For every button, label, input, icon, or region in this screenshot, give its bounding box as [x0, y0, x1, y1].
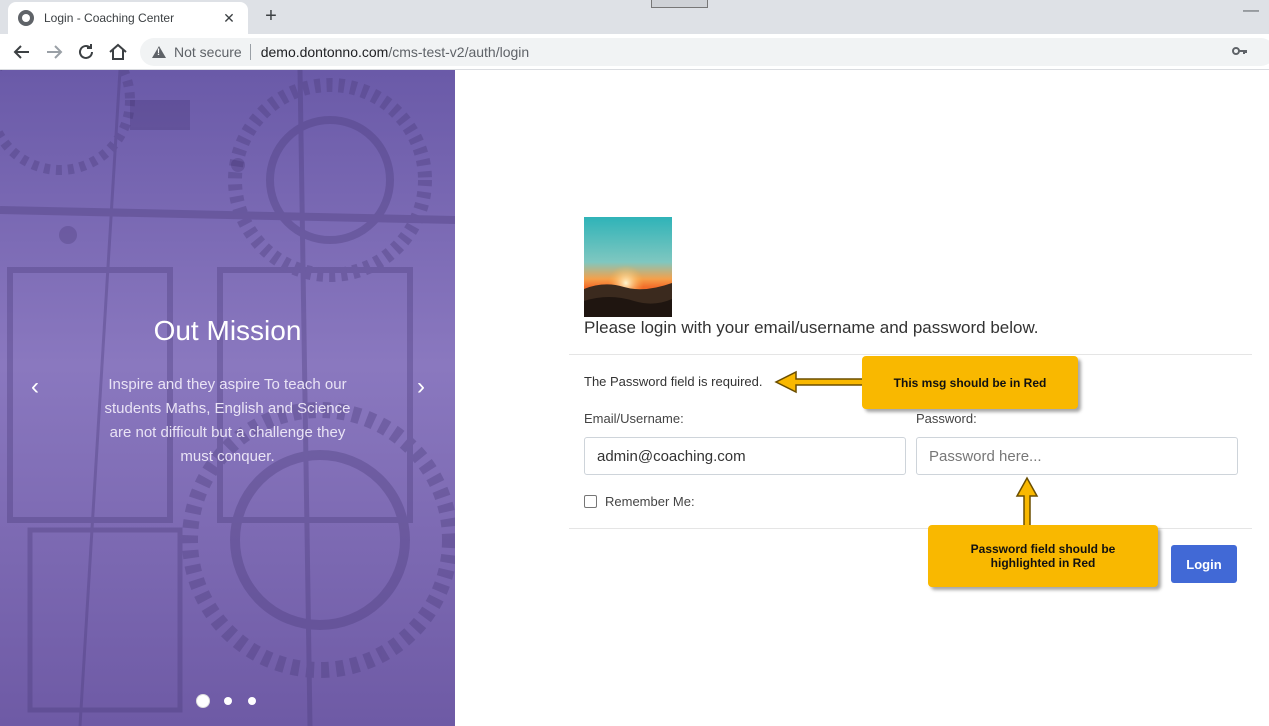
- reload-button[interactable]: [74, 40, 98, 64]
- remember-me[interactable]: Remember Me:: [584, 494, 695, 509]
- close-tab-icon[interactable]: ✕: [220, 10, 238, 27]
- browser-tab[interactable]: Login - Coaching Center ✕: [8, 2, 248, 34]
- email-label: Email/Username:: [584, 411, 684, 426]
- tab-title: Login - Coaching Center: [44, 11, 175, 25]
- new-tab-button[interactable]: +: [260, 5, 282, 28]
- carousel-prev-icon[interactable]: ‹: [25, 373, 45, 401]
- home-button[interactable]: [106, 40, 130, 64]
- error-note-callout: This msg should be in Red: [862, 356, 1078, 409]
- password-label: Password:: [916, 411, 977, 426]
- carousel-indicator-3[interactable]: [248, 697, 256, 705]
- password-field[interactable]: [916, 437, 1238, 475]
- window-drag-handle[interactable]: [651, 0, 708, 8]
- login-button[interactable]: Login: [1171, 545, 1237, 583]
- key-icon[interactable]: [1232, 44, 1248, 61]
- home-icon: [109, 43, 127, 60]
- url-path: /cms-test-v2/auth/login: [388, 44, 530, 60]
- url-text: demo.dontonno.com/cms-test-v2/auth/login: [261, 44, 529, 60]
- email-field[interactable]: [584, 437, 906, 475]
- password-note-arrow-icon: [1015, 476, 1039, 529]
- error-note-arrow-icon: [774, 370, 867, 394]
- back-arrow-icon: [13, 45, 29, 59]
- url-host: demo.dontonno.com: [260, 44, 389, 60]
- warning-icon: [152, 46, 166, 58]
- carousel-next-icon[interactable]: ›: [411, 373, 431, 401]
- sunset-logo-graphic: [584, 217, 672, 317]
- address-bar[interactable]: Not secure demo.dontonno.com/cms-test-v2…: [140, 38, 1269, 66]
- reload-icon: [79, 44, 93, 59]
- address-separator: [249, 44, 251, 60]
- security-label: Not secure: [174, 44, 242, 60]
- logo-image: [584, 217, 672, 317]
- carousel-title: Out Mission: [153, 315, 302, 346]
- browser-toolbar: Not secure demo.dontonno.com/cms-test-v2…: [0, 34, 1269, 70]
- minimize-button[interactable]: —: [1243, 2, 1259, 20]
- mission-carousel: ‹ › Out Mission Inspire and they aspire …: [0, 70, 455, 726]
- back-button[interactable]: [10, 40, 34, 64]
- login-intro-text: Please login with your email/username an…: [584, 318, 1039, 337]
- carousel-text: Inspire and they aspire To teach our stu…: [104, 376, 351, 465]
- forward-arrow-icon: [47, 45, 63, 59]
- divider-top: [569, 354, 1252, 355]
- globe-icon: [18, 10, 34, 26]
- browser-tab-bar: Login - Coaching Center ✕ + —: [0, 0, 1269, 34]
- remember-me-label: Remember Me:: [605, 494, 695, 509]
- key-icon-glyph: [1232, 47, 1247, 55]
- password-note-callout: Password field should be highlighted in …: [928, 525, 1158, 587]
- password-error-message: The Password field is required.: [584, 374, 763, 389]
- carousel-indicator-2[interactable]: [224, 697, 232, 705]
- remember-me-checkbox[interactable]: [584, 495, 597, 508]
- forward-button[interactable]: [42, 40, 66, 64]
- carousel-indicator-1[interactable]: [197, 695, 209, 707]
